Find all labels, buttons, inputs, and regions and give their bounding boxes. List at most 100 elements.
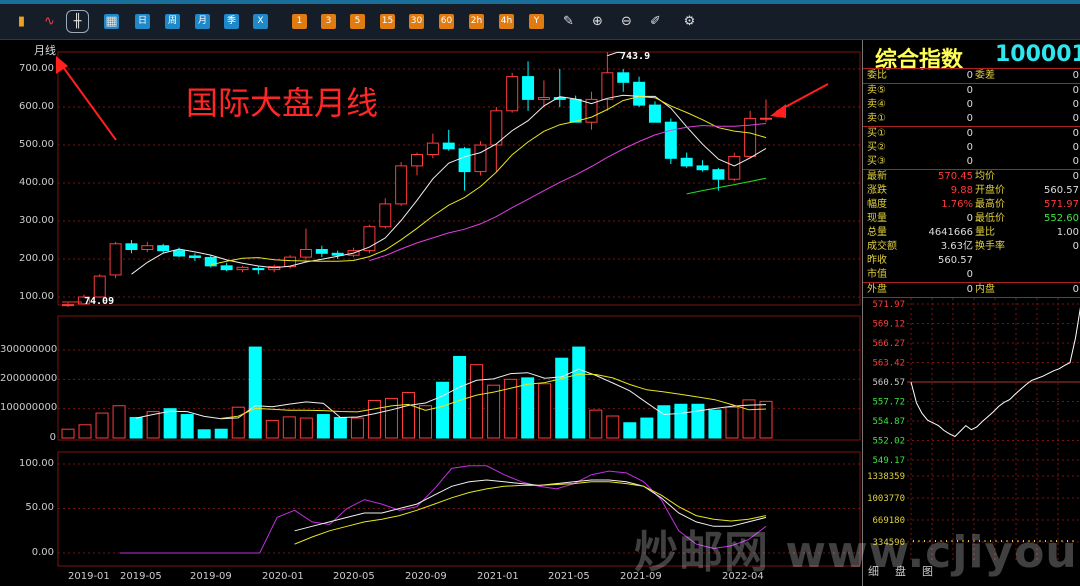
candle-body	[648, 104, 661, 123]
period-button-11[interactable]: 5	[350, 14, 365, 29]
quote-label: 现量	[867, 213, 887, 224]
intraday-price-tick: 569.12	[872, 320, 905, 330]
quote-value: 0	[966, 213, 973, 224]
intraday-price-tick: 552.02	[872, 437, 905, 447]
candlestick-icon[interactable]: ╫	[66, 10, 89, 33]
x-axis-label: 2020-09	[405, 571, 447, 582]
price-tick-label: 400.00	[19, 177, 54, 188]
candle-body	[680, 157, 693, 167]
index-code: 100001	[995, 42, 1080, 67]
quote-label: 卖⑤	[867, 85, 886, 96]
quote-value: 0	[966, 142, 973, 153]
toolbar: ▮ ∿ ╫ ▦ 日周月季 X 1 3 5 15 30 60 2h 4h Y ✎ ⊕ ⊖ ✐ ⚙	[0, 0, 1080, 40]
quote-label: 委比	[867, 70, 887, 81]
quote-value-2: 1.00	[1056, 227, 1079, 238]
period-button-8[interactable]: X	[253, 14, 268, 29]
candle-body	[744, 117, 757, 157]
volume-bar	[384, 397, 398, 439]
period-button-12[interactable]: 15	[380, 14, 395, 29]
quote-row: 市值 0	[863, 268, 1080, 282]
volume-bar	[129, 416, 143, 439]
quote-value: 560.57	[938, 255, 973, 266]
candle-body	[299, 249, 312, 258]
period-button-7[interactable]: 季	[224, 14, 239, 29]
quote-value: 1.76%	[941, 199, 973, 210]
candle-body	[109, 243, 122, 276]
candle-body	[490, 110, 503, 146]
kline-chart-area[interactable]	[0, 40, 862, 586]
x-axis-label: 2019-01	[68, 571, 110, 582]
edit-icon[interactable]: ✐	[648, 14, 663, 29]
quote-label: 市值	[867, 269, 887, 280]
draw-icon[interactable]: ✎	[561, 14, 576, 29]
quote-row: 现量 0 最低价 552.60	[863, 212, 1080, 226]
intraday-price-tick: 549.17	[872, 456, 905, 466]
period-button-5[interactable]: 周	[165, 14, 180, 29]
price-tick-label: 100.00	[19, 291, 54, 302]
period-label: 月线	[34, 44, 56, 57]
quote-label: 最新	[867, 171, 887, 182]
intraday-price-tick: 554.87	[872, 417, 905, 427]
candle-body	[252, 268, 265, 271]
period-button-15[interactable]: 2h	[469, 14, 484, 29]
intraday-price-tick: 557.72	[872, 398, 905, 408]
candle-body	[601, 72, 614, 100]
period-button-13[interactable]: 30	[409, 14, 424, 29]
volume-tick-label: 200000000	[0, 373, 58, 384]
quote-row: 涨跌 9.88 开盘价 560.57	[863, 184, 1080, 198]
bar-chart-icon[interactable]: ▮	[14, 14, 29, 29]
zoom-in-icon[interactable]: ⊕	[590, 14, 605, 29]
quote-value: 0	[966, 156, 973, 167]
gear-icon[interactable]: ⚙	[682, 14, 697, 29]
volume-bar	[112, 405, 126, 439]
quote-value-2: 552.60	[1044, 213, 1079, 224]
kline-chart-svg[interactable]	[0, 40, 862, 586]
period-button-9[interactable]: 1	[292, 14, 307, 29]
candle-body	[426, 142, 439, 155]
quote-row: 买③ 0 0	[863, 155, 1080, 169]
period-button-10[interactable]: 3	[321, 14, 336, 29]
zoom-out-icon[interactable]: ⊖	[619, 14, 634, 29]
oscillator-tick-label: 50.00	[25, 502, 54, 513]
volume-bar	[555, 357, 569, 439]
quote-value-2: 0	[1072, 142, 1079, 153]
quote-value-2: 0	[1072, 171, 1079, 182]
candle-body	[633, 81, 646, 106]
period-button-4[interactable]: 日	[135, 14, 150, 29]
candle-body	[220, 265, 233, 271]
quote-label-2: 最低价	[975, 213, 1005, 224]
period-button-14[interactable]: 60	[439, 14, 454, 29]
quote-outer-cell: 外盘	[867, 284, 887, 295]
volume-bar	[623, 422, 637, 439]
candle-body	[204, 256, 217, 267]
volume-bar	[316, 414, 330, 439]
volume-bar	[521, 377, 535, 439]
quote-value: 9.88	[950, 185, 973, 196]
intraday-price-tick: 563.42	[872, 359, 905, 369]
quote-row: 成交额 3.63亿 换手率 0	[863, 240, 1080, 254]
calendar-icon[interactable]: ▦	[104, 14, 119, 29]
period-button-17[interactable]: Y	[529, 14, 544, 29]
volume-ma-line-0	[135, 368, 767, 420]
quote-value-2: 571.97	[1044, 199, 1079, 210]
candle-body	[506, 76, 519, 112]
volume-bar	[231, 406, 245, 439]
candle-body	[458, 148, 471, 173]
high-price-label: 743.9	[620, 51, 651, 62]
period-button-16[interactable]: 4h	[499, 14, 514, 29]
quote-row: 卖① 0 0	[863, 112, 1080, 126]
quote-value-2: 0	[1072, 85, 1079, 96]
volume-bar	[436, 381, 450, 439]
period-button-6[interactable]: 月	[195, 14, 210, 29]
volume-bar	[725, 406, 739, 439]
candle-body	[379, 203, 392, 228]
candle-body	[728, 155, 741, 180]
x-axis-label: 2021-01	[477, 571, 519, 582]
volume-bar	[674, 403, 688, 439]
volume-bar	[759, 400, 773, 439]
volume-tick-label: 100000000	[0, 402, 58, 413]
quote-value: 0	[966, 113, 973, 124]
oscillator-tick-label: 0.00	[31, 547, 54, 558]
low-price-label: 74.09	[84, 296, 115, 307]
line-chart-icon[interactable]: ∿	[42, 14, 57, 29]
